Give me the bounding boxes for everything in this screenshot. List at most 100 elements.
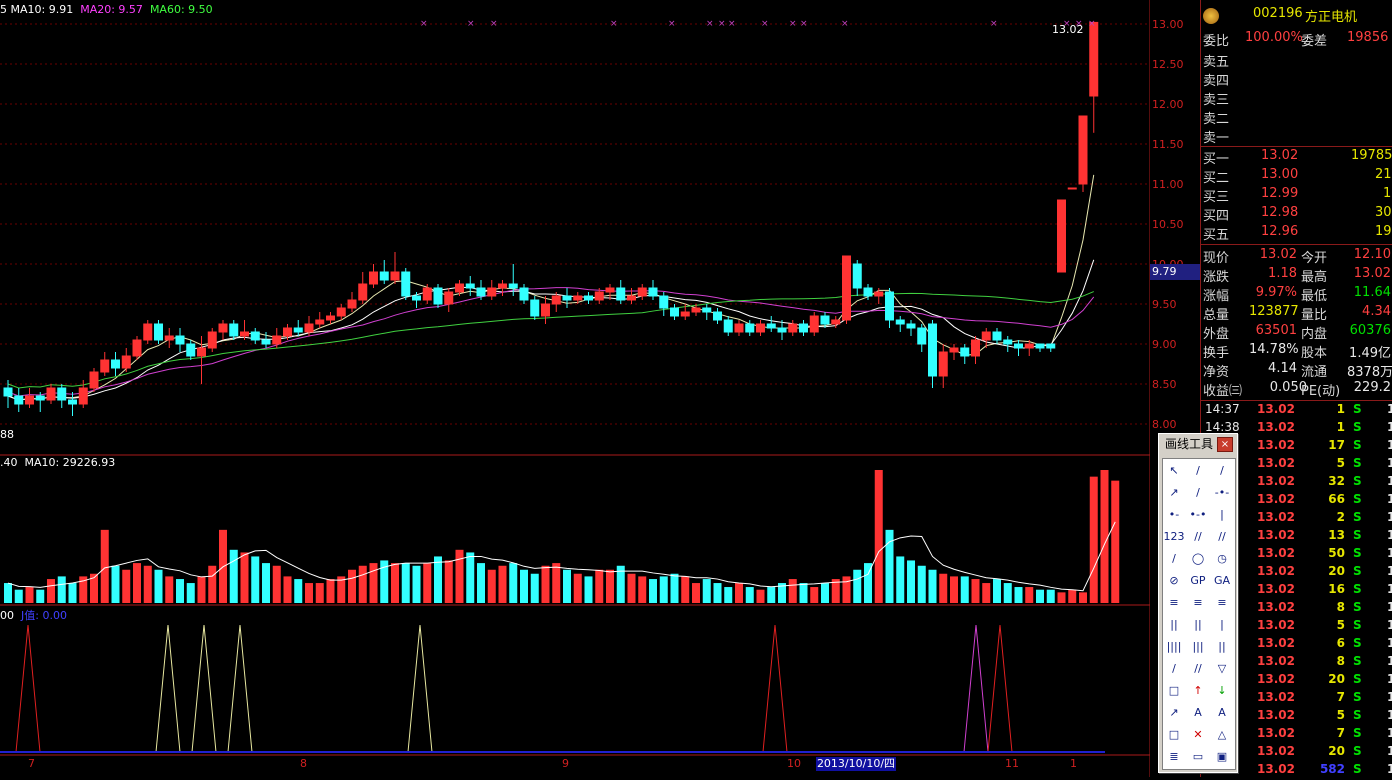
stat-label: 今开	[1301, 251, 1328, 266]
kline-chart-area[interactable]: × × × × × × × × × × × × × × × × 5 MA10: 9.91 MA20: 9.57…	[0, 0, 1150, 777]
kline-chart-svg[interactable]: × × × × × × × × × × × × × × × ×	[0, 0, 1150, 777]
drawing-tool-button[interactable]: ▭	[1187, 747, 1209, 767]
volume-bar	[928, 569, 937, 603]
tick-count: 1	[1387, 546, 1392, 560]
drawing-tool-button[interactable]: ≡	[1163, 593, 1185, 613]
drawing-tool-button[interactable]: ≡	[1211, 593, 1233, 613]
drawing-tool-button[interactable]: ||	[1211, 637, 1233, 657]
price-tick: 13.00	[1152, 18, 1184, 31]
buy-label: 买一	[1203, 152, 1230, 167]
volume-bar	[358, 565, 367, 603]
tick-price: 13.02	[1257, 672, 1295, 686]
drawing-tool-button[interactable]: //	[1187, 659, 1209, 679]
volume-bar	[466, 552, 475, 603]
drawing-tool-button[interactable]: //	[1211, 527, 1233, 547]
candle-body	[713, 311, 722, 321]
volume-bar	[326, 579, 335, 603]
drawing-tool-button[interactable]: /	[1187, 461, 1209, 481]
candle-body	[885, 291, 894, 321]
drawing-tool-button[interactable]: ≡	[1187, 593, 1209, 613]
drawing-tool-button[interactable]: □	[1163, 681, 1185, 701]
toolbar-title[interactable]: 画线工具 ×	[1159, 434, 1237, 454]
drawing-tool-button[interactable]: ↗	[1163, 703, 1185, 723]
stat-label: 最高	[1301, 270, 1328, 285]
tick-price: 13.02	[1257, 600, 1295, 614]
candle-body	[605, 287, 615, 293]
drawing-tool-button[interactable]: ◯	[1187, 549, 1209, 569]
drawing-tool-button[interactable]: //	[1187, 527, 1209, 547]
volume-bar	[520, 569, 528, 603]
volume-bar	[294, 579, 303, 603]
drawing-tool-button[interactable]: A	[1187, 703, 1209, 723]
drawing-tool-button[interactable]: /	[1187, 483, 1209, 503]
drawing-tool-button[interactable]: □	[1163, 725, 1185, 745]
indicator-legend: 00 J值: 0.00	[0, 607, 67, 623]
drawing-tool-button[interactable]: GA	[1211, 571, 1233, 591]
drawing-tool-button[interactable]: |	[1211, 615, 1233, 635]
drawing-tool-button[interactable]: ||	[1187, 615, 1209, 635]
drawing-tool-button[interactable]: ||||	[1163, 637, 1185, 657]
close-icon[interactable]: ×	[1217, 437, 1233, 452]
drawing-toolbar[interactable]: 画线工具 × ↖ / / ↗ / -•- •- •-• | 123///// ◯ ◷ ⊘ GP GA ≡ ≡ ≡ |…	[1158, 433, 1238, 773]
tick-volume: 32	[1328, 474, 1345, 488]
candle-body	[498, 283, 507, 289]
volume-bar	[702, 579, 711, 603]
drawing-tool-button[interactable]: ↑	[1187, 681, 1209, 701]
candle-body	[1089, 21, 1099, 97]
current-price-marker: 9.79	[1150, 264, 1200, 280]
drawing-tool-button[interactable]: /	[1163, 659, 1185, 679]
volume-bar	[1079, 592, 1087, 603]
drawing-tool-button[interactable]: ↗	[1163, 483, 1185, 503]
candle-body	[1046, 343, 1056, 349]
tick-volume: 6	[1336, 636, 1345, 650]
tick-price: 13.02	[1257, 438, 1295, 452]
candle-body	[777, 327, 787, 333]
volume-bar	[1014, 587, 1023, 603]
volume-bar	[251, 556, 260, 603]
drawing-tool-button[interactable]: •-•	[1187, 505, 1209, 525]
drawing-tool-button[interactable]: |	[1211, 505, 1233, 525]
tick-side: S	[1353, 654, 1362, 668]
signal-marker: ×	[800, 19, 808, 29]
drawing-tool-button[interactable]: |||	[1187, 637, 1209, 657]
drawing-tool-button[interactable]: ↖	[1163, 461, 1185, 481]
candle-body	[100, 359, 110, 373]
drawing-tool-button[interactable]: ↓	[1211, 681, 1233, 701]
volume-bar	[756, 589, 765, 603]
drawing-tool-button[interactable]: ||	[1163, 615, 1185, 635]
drawing-tool-button[interactable]: •-	[1163, 505, 1185, 525]
drawing-tool-button[interactable]: A	[1211, 703, 1233, 723]
stat-label: 内盘	[1301, 327, 1328, 342]
drawing-tool-button[interactable]: ✕	[1187, 725, 1209, 745]
drawing-tool-button[interactable]: ▽	[1211, 659, 1233, 679]
drawing-tool-button[interactable]: GP	[1187, 571, 1209, 591]
stat-label: 流通	[1301, 365, 1328, 380]
tick-price: 13.02	[1257, 726, 1295, 740]
drawing-tool-button[interactable]: ≣	[1163, 747, 1185, 767]
drawing-tool-button[interactable]: ▣	[1211, 747, 1233, 767]
drawing-tool-button[interactable]: 123	[1163, 527, 1185, 547]
volume-bar	[165, 576, 174, 603]
drawing-tool-button[interactable]: -•-	[1211, 483, 1233, 503]
drawing-tool-button[interactable]: ◷	[1211, 549, 1233, 569]
candle-body	[1067, 187, 1077, 190]
tick-time: 14:38	[1205, 420, 1240, 434]
drawing-tool-button[interactable]: /	[1163, 549, 1185, 569]
tick-side: S	[1353, 402, 1362, 416]
drawing-tool-button[interactable]: △	[1211, 725, 1233, 745]
candle-body	[594, 291, 604, 301]
tick-volume: 16	[1328, 582, 1345, 596]
tick-volume: 582	[1319, 762, 1345, 776]
volume-bar	[541, 565, 550, 603]
price-tick: 11.00	[1152, 178, 1184, 191]
signal-marker: ×	[718, 19, 726, 29]
candle-body	[1003, 339, 1013, 345]
drawing-tool-button[interactable]: /	[1211, 461, 1233, 481]
volume-bar	[1068, 589, 1077, 603]
candle-body	[842, 255, 851, 321]
candle-body	[917, 327, 927, 345]
drawing-tool-button[interactable]: ⊘	[1163, 571, 1185, 591]
x-label-9: 9	[562, 757, 569, 770]
volume-bar	[842, 576, 851, 603]
tick-count: 1	[1387, 672, 1392, 686]
